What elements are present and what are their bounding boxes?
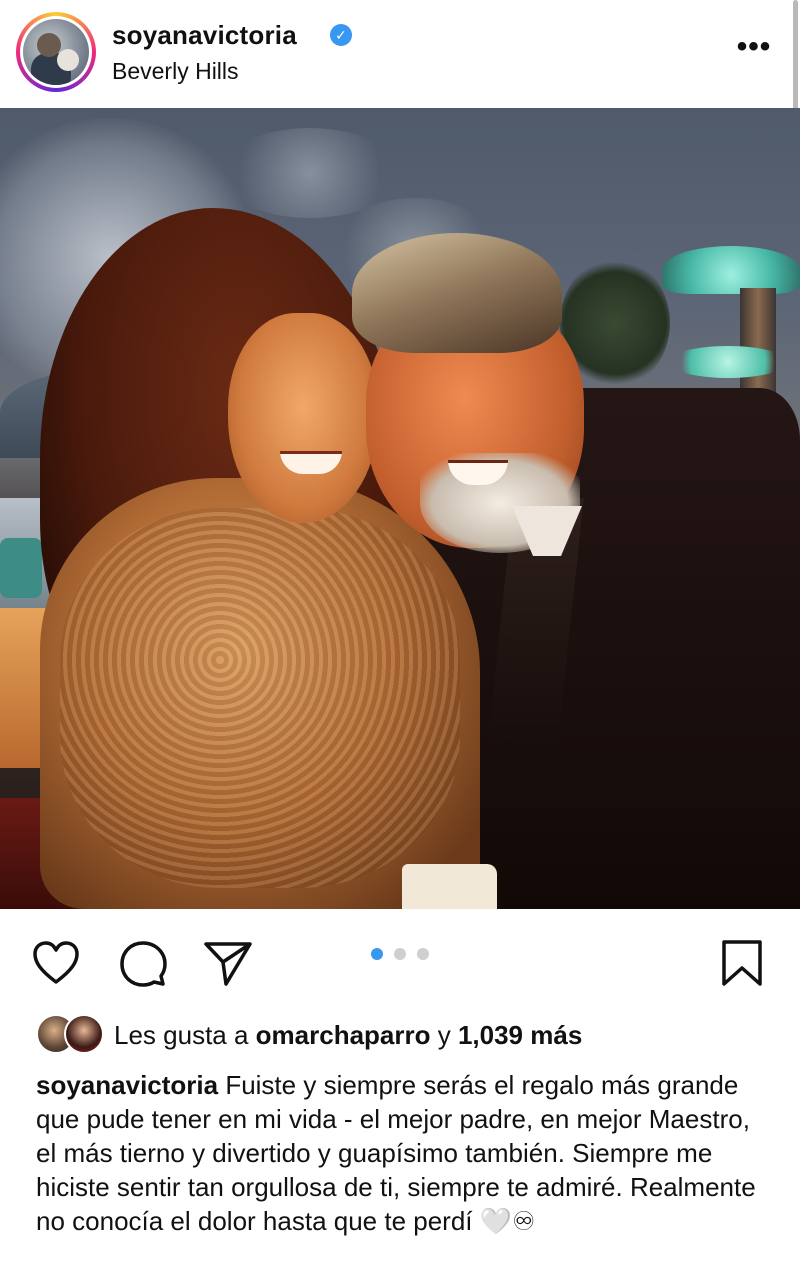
post-username[interactable]: soyanavictoria: [112, 20, 297, 51]
avatar: [23, 19, 89, 85]
bookmark-icon[interactable]: [716, 938, 768, 990]
action-bar: [0, 910, 800, 1010]
liker-avatar[interactable]: [64, 1014, 104, 1054]
carousel-dot-active: [371, 948, 383, 960]
post-photo[interactable]: [0, 108, 800, 909]
verified-badge-icon: ✓: [330, 24, 352, 46]
comment-icon[interactable]: [117, 938, 169, 990]
likes-row: Les gusta a omarchaparro y 1,039 más: [0, 1012, 800, 1060]
caption-username[interactable]: soyanavictoria: [36, 1070, 218, 1100]
send-icon[interactable]: [202, 938, 254, 990]
post-caption: soyanavictoria Fuiste y siempre serás el…: [36, 1068, 776, 1238]
post-location[interactable]: Beverly Hills: [112, 58, 239, 85]
carousel-dot: [394, 948, 406, 960]
carousel-dot: [417, 948, 429, 960]
likes-count[interactable]: 1,039 más: [458, 1020, 582, 1050]
post-header: soyanavictoria ✓ Beverly Hills •••: [0, 0, 800, 107]
likes-summary: Les gusta a omarchaparro y 1,039 más: [114, 1020, 583, 1050]
story-avatar[interactable]: [16, 12, 96, 92]
more-options-button[interactable]: •••: [732, 32, 776, 68]
scrollbar[interactable]: [793, 0, 798, 118]
heart-icon[interactable]: [30, 938, 82, 990]
liker-username[interactable]: omarchaparro: [256, 1020, 431, 1050]
